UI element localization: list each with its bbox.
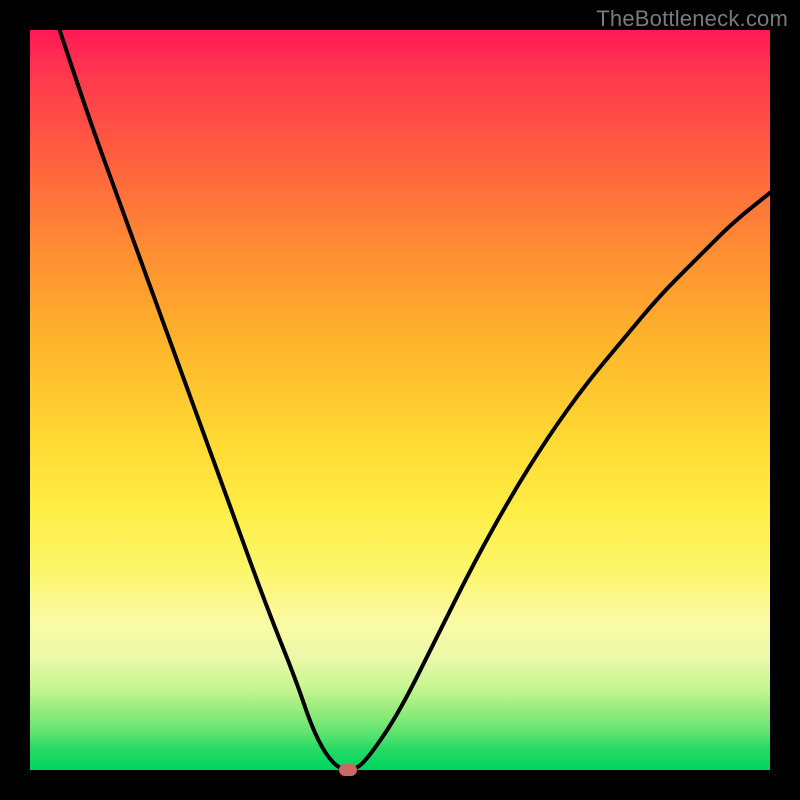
chart-plot-area [30,30,770,770]
chart-frame: TheBottleneck.com [0,0,800,800]
optimal-marker [339,764,357,776]
bottleneck-curve [60,30,770,770]
curve-svg [30,30,770,770]
watermark-text: TheBottleneck.com [596,6,788,32]
